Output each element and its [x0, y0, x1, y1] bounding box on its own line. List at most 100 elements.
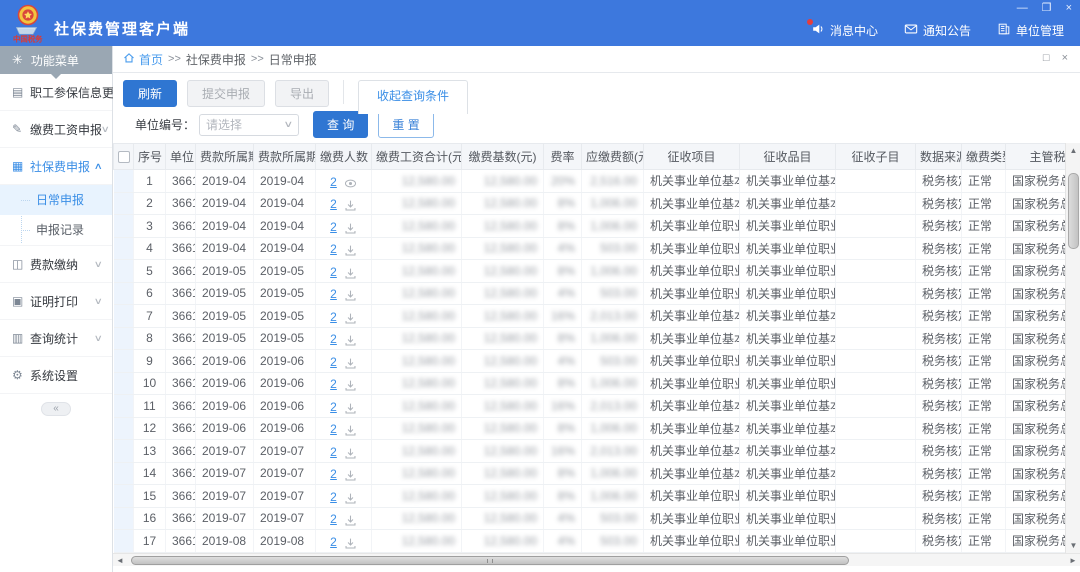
close-window-icon[interactable]: ×: [1066, 2, 1072, 14]
horizontal-scrollbar[interactable]: ◄ ►: [113, 553, 1080, 566]
reset-button[interactable]: 重 置: [378, 111, 433, 138]
sidebar-subitem-daily-declare[interactable]: 日常申报: [0, 185, 112, 215]
row-select-cell[interactable]: [114, 507, 134, 530]
sidebar-item-wage-declare[interactable]: ✎缴费工资申报∨: [0, 111, 112, 148]
people-count-link[interactable]: 2: [330, 197, 337, 211]
cell-type: 正常: [962, 327, 1006, 350]
download-icon[interactable]: [344, 244, 357, 259]
vertical-scroll-thumb[interactable]: [1068, 173, 1079, 249]
cell-period-end: 2019-05: [254, 260, 316, 283]
row-select-cell[interactable]: [114, 327, 134, 350]
sidebar-collapse-button[interactable]: «: [41, 402, 71, 416]
people-count-link[interactable]: 2: [330, 377, 337, 391]
minimize-window-icon[interactable]: —: [1017, 2, 1028, 14]
cell-wage-total: 12,580.00: [372, 462, 462, 485]
collapse-query-tab[interactable]: 收起查询条件: [358, 80, 468, 114]
download-icon[interactable]: [344, 289, 357, 304]
horizontal-scroll-thumb[interactable]: [131, 556, 849, 565]
row-select-cell[interactable]: [114, 192, 134, 215]
sidebar-item-payment[interactable]: ◫费款缴纳∨: [0, 246, 112, 283]
row-select-cell[interactable]: [114, 282, 134, 305]
scroll-up-icon[interactable]: ▲: [1066, 143, 1080, 158]
people-count-link[interactable]: 2: [330, 490, 337, 504]
sidebar-nav: ▤职工参保信息更新✎缴费工资申报∨▦社保费申报∧日常申报申报记录◫费款缴纳∨▣证…: [0, 74, 112, 394]
row-select-cell[interactable]: [114, 350, 134, 373]
panel-restore-icon[interactable]: □: [1043, 52, 1050, 64]
people-count-link[interactable]: 2: [330, 422, 337, 436]
row-select-cell[interactable]: [114, 260, 134, 283]
form-icon: ▦: [12, 159, 30, 173]
row-select-cell[interactable]: [114, 440, 134, 463]
people-count-link[interactable]: 2: [330, 265, 337, 279]
row-select-cell[interactable]: [114, 237, 134, 260]
cell-subitem: 机关事业单位基本养老保险...: [740, 417, 836, 440]
table-row: 83661...2019-052019-05212,580.0012,580.0…: [114, 327, 1080, 350]
topmenu-message-center[interactable]: 消息中心: [811, 22, 878, 39]
download-icon[interactable]: [344, 379, 357, 394]
download-icon[interactable]: [344, 514, 357, 529]
eye-icon[interactable]: [344, 177, 357, 192]
sidebar-item-cert-print[interactable]: ▣证明打印∨: [0, 283, 112, 320]
row-select-cell[interactable]: [114, 530, 134, 553]
sidebar-subitem-declare-record[interactable]: 申报记录: [0, 215, 112, 245]
download-icon[interactable]: [344, 267, 357, 282]
people-count-link[interactable]: 2: [330, 400, 337, 414]
restore-window-icon[interactable]: ❐: [1042, 2, 1052, 14]
download-icon[interactable]: [344, 402, 357, 417]
row-select-cell[interactable]: [114, 215, 134, 238]
sidebar-item-query-stats[interactable]: ▥查询统计∨: [0, 320, 112, 357]
download-icon[interactable]: [344, 199, 357, 214]
download-icon[interactable]: [344, 357, 357, 372]
refresh-button[interactable]: 刷新: [123, 80, 177, 107]
topmenu-label: 消息中心: [830, 22, 878, 39]
row-select-cell[interactable]: [114, 305, 134, 328]
topmenu-notice[interactable]: 通知公告: [904, 22, 971, 39]
sidebar-item-social-declare[interactable]: ▦社保费申报∧: [0, 148, 112, 185]
download-icon[interactable]: [344, 537, 357, 552]
breadcrumb-home[interactable]: 首页: [123, 51, 163, 68]
row-select-cell[interactable]: [114, 417, 134, 440]
row-select-cell[interactable]: [114, 372, 134, 395]
breadcrumb-item-social-declare[interactable]: 社保费申报: [186, 51, 246, 68]
vertical-scrollbar[interactable]: ▲ ▼: [1065, 143, 1080, 553]
row-select-cell[interactable]: [114, 395, 134, 418]
download-icon[interactable]: [344, 312, 357, 327]
row-select-cell[interactable]: [114, 485, 134, 508]
people-count-link[interactable]: 2: [330, 467, 337, 481]
people-count-link[interactable]: 2: [330, 242, 337, 256]
scroll-left-icon[interactable]: ◄: [113, 554, 127, 567]
people-count-link[interactable]: 2: [330, 287, 337, 301]
download-icon[interactable]: [344, 492, 357, 507]
people-count-link[interactable]: 2: [330, 310, 337, 324]
download-icon[interactable]: [344, 222, 357, 237]
download-icon[interactable]: [344, 447, 357, 462]
people-count-link[interactable]: 2: [330, 445, 337, 459]
cell-people: 2: [316, 170, 372, 193]
panel-close-icon[interactable]: ×: [1062, 52, 1068, 64]
chart-icon: ▥: [12, 331, 30, 345]
people-count-link[interactable]: 2: [330, 355, 337, 369]
people-count-link[interactable]: 2: [330, 535, 337, 549]
download-icon[interactable]: [344, 424, 357, 439]
sidebar-item-settings[interactable]: ⚙系统设置: [0, 357, 112, 394]
row-select-cell[interactable]: [114, 170, 134, 193]
sidebar-item-staff-info[interactable]: ▤职工参保信息更新: [0, 74, 112, 111]
people-count-link[interactable]: 2: [330, 332, 337, 346]
scroll-right-icon[interactable]: ►: [1066, 554, 1080, 567]
search-button[interactable]: 查 询: [313, 111, 368, 138]
submit-declare-button[interactable]: 提交申报: [187, 80, 265, 107]
unit-number-select[interactable]: 请选择 ∨: [199, 114, 299, 136]
people-count-link[interactable]: 2: [330, 220, 337, 234]
cell-base: 12,580.00: [462, 440, 544, 463]
people-count-link[interactable]: 2: [330, 175, 337, 189]
export-button[interactable]: 导出: [275, 80, 329, 107]
table-row: 133661...2019-072019-07212,580.0012,580.…: [114, 440, 1080, 463]
cell-item: 机关事业单位职业年金: [644, 350, 740, 373]
people-count-link[interactable]: 2: [330, 512, 337, 526]
row-select-cell[interactable]: [114, 462, 134, 485]
download-icon[interactable]: [344, 469, 357, 484]
select-all-checkbox[interactable]: [118, 151, 130, 163]
scroll-down-icon[interactable]: ▼: [1066, 538, 1080, 553]
download-icon[interactable]: [344, 334, 357, 349]
topmenu-unit-manage[interactable]: 单位管理: [997, 22, 1064, 39]
